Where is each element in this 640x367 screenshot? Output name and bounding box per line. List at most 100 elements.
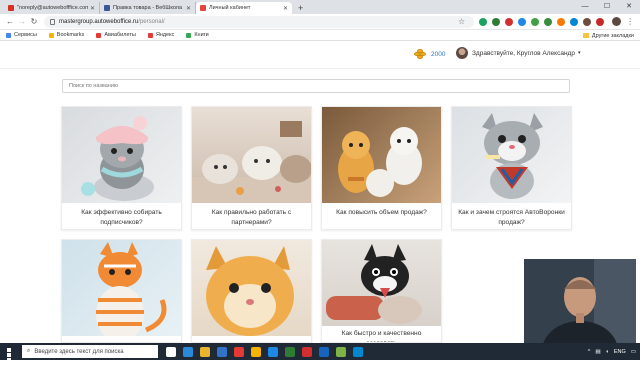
user-menu[interactable]: Здравствуйте, Круглов Александр ▾ (456, 47, 580, 59)
bookmark-label: Сервисы (14, 32, 37, 38)
close-icon[interactable]: ✕ (283, 5, 288, 12)
other-bookmarks-label: Другие закладки (591, 32, 634, 39)
apps-icon (6, 32, 11, 38)
bookmark-label: Яндекс (155, 32, 175, 38)
star-icon[interactable]: ☆ (458, 17, 465, 26)
bookmark-yandex[interactable]: Яндекс (147, 32, 175, 38)
taskbar-apps (166, 346, 363, 357)
plane-icon (96, 32, 102, 38)
taskbar-app-icon[interactable] (336, 346, 346, 357)
chevron-up-icon[interactable]: ^ (588, 349, 591, 355)
chevron-down-icon: ▾ (577, 50, 581, 56)
extension-icon[interactable] (596, 17, 605, 26)
bookmarks-bar: Сервисы Bookmarks Авиабилеты Яндекс Книг… (0, 30, 640, 41)
bookmark-flights[interactable]: Авиабилеты (96, 32, 136, 38)
card-image (322, 240, 441, 326)
card-title[interactable]: Как повысить объем продаж? (326, 208, 437, 218)
close-icon[interactable]: ✕ (90, 5, 95, 12)
taskbar-app-icon[interactable] (319, 346, 329, 357)
url-host: mastergroup.autoweboffice.ru (59, 18, 139, 25)
card-image (192, 107, 311, 203)
course-card[interactable]: Как правильно работать с партнерами? (191, 106, 312, 230)
coins-icon (414, 49, 426, 59)
new-tab-button[interactable]: + (298, 2, 303, 14)
taskbar-search-placeholder: Введите здесь текст для поиска (34, 348, 124, 355)
extension-icon[interactable] (583, 17, 592, 26)
taskbar-app-icon[interactable] (166, 346, 176, 357)
tab-label: Правка товара - ВебШкола (113, 5, 183, 11)
search-icon: ⌕ (27, 348, 31, 354)
card-image (192, 240, 311, 336)
menu-icon[interactable]: ⋮ (626, 17, 634, 26)
window-controls: — ☐ ✕ (574, 0, 640, 14)
site-icon (200, 5, 206, 11)
notification-icon[interactable]: ▭ (631, 349, 636, 355)
taskbar-app-icon[interactable] (302, 346, 312, 357)
language-indicator[interactable]: ENG (614, 349, 626, 355)
bookmark-label: Bookmarks (56, 32, 85, 38)
search-input[interactable] (62, 79, 570, 93)
bookmark-services[interactable]: Сервисы (6, 32, 37, 38)
extension-icon[interactable] (531, 17, 540, 26)
extension-icon[interactable] (570, 17, 579, 26)
coins-balance[interactable]: 2000 (414, 49, 445, 59)
card-image (62, 107, 181, 203)
card-image (62, 240, 181, 336)
extension-icon[interactable] (505, 17, 514, 26)
volume-icon[interactable]: ◖ (606, 349, 609, 355)
extension-icon[interactable] (492, 17, 501, 26)
profile-avatar[interactable] (612, 17, 622, 26)
windows-taskbar: ⌕ Введите здесь текст для поиска ^ ▤ ◖ E… (0, 343, 640, 367)
taskbar-app-icon[interactable] (251, 346, 261, 357)
url-path: /personal/ (138, 18, 165, 25)
tab-label: Личный кабинет (209, 5, 251, 11)
taskbar-app-icon[interactable] (353, 346, 363, 357)
bookmark-label: Книги (194, 32, 209, 38)
taskbar-app-icon[interactable] (234, 346, 244, 357)
minimize-icon[interactable]: — (574, 0, 596, 14)
course-card[interactable]: Как и зачем строятся АвтоВоронки продаж? (451, 106, 572, 230)
course-card[interactable] (61, 239, 182, 343)
extension-icon[interactable] (557, 17, 566, 26)
other-bookmarks[interactable]: Другие закладки (582, 30, 634, 41)
maximize-icon[interactable]: ☐ (596, 0, 618, 14)
reload-icon[interactable]: ↻ (28, 17, 40, 26)
webcam-overlay (524, 259, 636, 343)
taskbar-app-icon[interactable] (200, 346, 210, 357)
extensions (479, 17, 605, 26)
card-title[interactable]: Как быстро и качественно создавать (326, 329, 437, 342)
taskbar-app-icon[interactable] (217, 346, 227, 357)
taskbar-app-icon[interactable] (183, 346, 193, 357)
forward-icon[interactable]: → (16, 17, 28, 26)
extension-icon[interactable] (518, 17, 527, 26)
extension-icon[interactable] (479, 17, 488, 26)
folder-icon (582, 33, 589, 38)
back-icon[interactable]: ← (4, 17, 16, 26)
bookmark-books[interactable]: Книги (186, 32, 209, 38)
card-title[interactable]: Как эффективно собирать подписчиков? (66, 208, 177, 227)
site-header: 2000 Здравствуйте, Круглов Александр ▾ (0, 41, 640, 69)
taskbar-search[interactable]: ⌕ Введите здесь текст для поиска (22, 345, 158, 358)
course-card[interactable]: Как эффективно собирать подписчиков? (61, 106, 182, 230)
network-icon[interactable]: ▤ (595, 349, 600, 355)
course-card[interactable]: Как повысить объем продаж? (321, 106, 442, 230)
card-title[interactable]: Как правильно работать с партнерами? (196, 208, 307, 227)
card-title[interactable]: Как и зачем строятся АвтоВоронки продаж? (456, 208, 567, 227)
close-icon[interactable]: ✕ (186, 5, 191, 12)
course-card[interactable] (191, 239, 312, 343)
course-card[interactable]: Как быстро и качественно создавать (321, 239, 442, 343)
tab-personal-cabinet[interactable]: Личный кабинет ✕ (196, 2, 292, 14)
taskbar-app-icon[interactable] (285, 346, 295, 357)
extension-icon[interactable] (544, 17, 553, 26)
coins-count: 2000 (431, 50, 446, 58)
tab-email[interactable]: "noreply@autowebofffice.com" ✕ (4, 2, 100, 14)
taskbar-app-icon[interactable] (268, 346, 278, 357)
star-icon (48, 32, 54, 38)
close-window-icon[interactable]: ✕ (618, 0, 640, 14)
bookmark-bookmarks[interactable]: Bookmarks (48, 32, 85, 38)
tab-edit-product[interactable]: Правка товара - ВебШкола ✕ (100, 2, 196, 14)
windows-start-icon[interactable] (4, 345, 18, 367)
url-field[interactable]: mastergroup.autoweboffice.ru /personal/ (44, 15, 474, 28)
tab-label: "noreply@autowebofffice.com" (17, 5, 88, 11)
lock-icon (50, 18, 55, 25)
